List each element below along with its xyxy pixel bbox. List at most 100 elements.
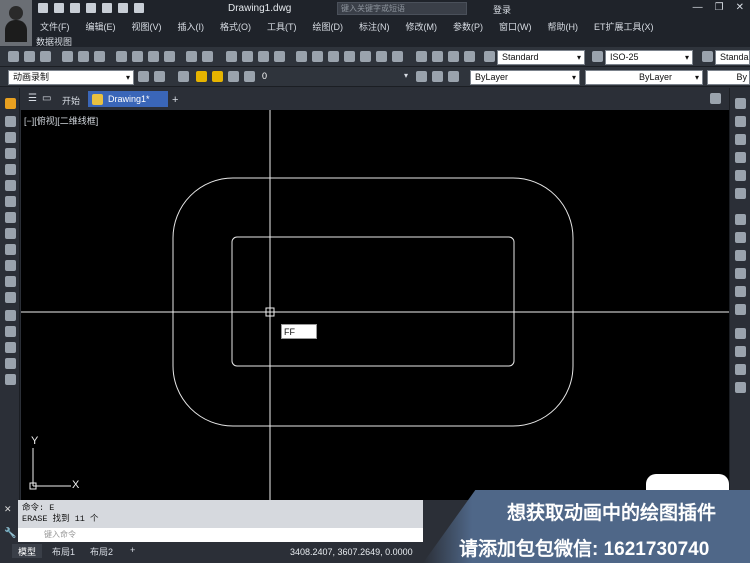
layer-state-icon[interactable] — [432, 51, 443, 62]
search-input[interactable]: 键入关键字或短语 — [337, 2, 467, 15]
menu-format[interactable]: 格式(O) — [212, 18, 259, 34]
menu-modify[interactable]: 修改(M) — [398, 18, 446, 34]
linetype-select[interactable]: ByLayer ▾ — [585, 70, 703, 85]
construction-line-icon[interactable] — [735, 116, 746, 127]
wrench-icon[interactable]: 🔧 — [4, 528, 16, 539]
help-icon[interactable] — [392, 51, 403, 62]
rotate-icon[interactable] — [5, 196, 16, 207]
scale-icon[interactable] — [5, 212, 16, 223]
arc-icon[interactable] — [735, 188, 746, 199]
spline-icon[interactable] — [5, 358, 16, 369]
chevron-down-icon[interactable]: ▾ — [404, 71, 408, 80]
move-icon[interactable] — [5, 180, 16, 191]
save-icon[interactable] — [40, 51, 51, 62]
add-tab-button[interactable]: + — [166, 91, 184, 107]
panel-toggle-icon[interactable] — [710, 93, 721, 104]
menu-insert[interactable]: 插入(I) — [170, 18, 213, 34]
magnet-icon[interactable] — [735, 364, 746, 375]
tab-layout2[interactable]: 布局2 — [84, 544, 119, 558]
workspace-icon[interactable] — [154, 71, 165, 82]
menu-edit[interactable]: 编辑(E) — [78, 18, 124, 34]
offset-icon[interactable] — [5, 148, 16, 159]
publish-icon[interactable] — [94, 51, 105, 62]
cut-icon[interactable] — [116, 51, 127, 62]
quickcalc-icon[interactable] — [376, 51, 387, 62]
layer-icon[interactable] — [416, 51, 427, 62]
polygon-icon[interactable] — [735, 152, 746, 163]
menu-draw[interactable]: 绘图(D) — [305, 18, 352, 34]
ellipse-arc-icon[interactable] — [735, 268, 746, 279]
close-icon[interactable]: ✕ — [4, 504, 12, 515]
blend-icon[interactable] — [5, 342, 16, 353]
sun-icon[interactable] — [212, 71, 223, 82]
zoom-realtime-icon[interactable] — [242, 51, 253, 62]
properties-icon[interactable] — [296, 51, 307, 62]
menu-view[interactable]: 视图(V) — [124, 18, 170, 34]
preview-icon[interactable] — [78, 51, 89, 62]
lock-icon[interactable] — [228, 71, 239, 82]
layer-select[interactable]: 0 — [262, 71, 412, 81]
line-icon[interactable] — [735, 98, 746, 109]
undo-icon[interactable] — [118, 3, 128, 13]
new-file-icon[interactable] — [38, 3, 48, 13]
workspace-select[interactable]: 动画录制 ▾ — [8, 70, 134, 85]
zoom-previous-icon[interactable] — [274, 51, 285, 62]
dim-style-select[interactable]: ISO-25 ▾ — [605, 50, 693, 65]
menu-parametric[interactable]: 参数(P) — [445, 18, 491, 34]
layer-properties-icon[interactable] — [178, 71, 189, 82]
open-icon[interactable] — [24, 51, 35, 62]
layer-previous-icon[interactable] — [448, 71, 459, 82]
layer-walk-icon[interactable] — [464, 51, 475, 62]
make-block-icon[interactable] — [735, 304, 746, 315]
text-style-select[interactable]: Standard ▾ — [497, 50, 585, 65]
menu-window[interactable]: 窗口(W) — [491, 18, 540, 34]
new-icon[interactable] — [8, 51, 19, 62]
layer-match-icon[interactable] — [432, 71, 443, 82]
circle-icon[interactable] — [735, 214, 746, 225]
make-current-icon[interactable] — [416, 71, 427, 82]
insert-block-icon[interactable] — [735, 286, 746, 297]
tab-layout1[interactable]: 布局1 — [46, 544, 81, 558]
chamfer-icon[interactable] — [5, 310, 16, 321]
point-icon[interactable] — [735, 328, 746, 339]
print-icon[interactable] — [102, 3, 112, 13]
undo-icon[interactable] — [186, 51, 197, 62]
pencil-icon[interactable] — [5, 98, 16, 109]
lineweight-select[interactable]: By — [707, 70, 750, 85]
drawing-canvas[interactable]: [−][俯视][二维线框] Y X FF — [21, 110, 729, 500]
array-icon[interactable] — [5, 164, 16, 175]
ellipse-icon[interactable] — [735, 250, 746, 261]
zoom-window-icon[interactable] — [258, 51, 269, 62]
color-select[interactable]: ByLayer ▾ — [470, 70, 580, 85]
minimize-icon[interactable]: — — [693, 2, 703, 13]
tab-start[interactable]: 开始 — [56, 91, 86, 107]
extend-icon[interactable] — [5, 260, 16, 271]
markup-icon[interactable] — [360, 51, 371, 62]
menu-icon[interactable]: ☰ — [28, 93, 37, 104]
open-file-icon[interactable] — [54, 3, 64, 13]
menu-tools[interactable]: 工具(T) — [259, 18, 305, 34]
region-icon[interactable] — [735, 382, 746, 393]
mirror-icon[interactable] — [5, 132, 16, 143]
lightbulb-icon[interactable] — [196, 71, 207, 82]
table-style-select[interactable]: Standa — [715, 50, 750, 65]
hatch-icon[interactable] — [735, 346, 746, 357]
command-input[interactable]: 键入命令 — [18, 528, 423, 542]
login-button[interactable]: 登录 — [493, 3, 511, 16]
menu-help[interactable]: 帮助(H) — [540, 18, 587, 34]
revcloud-icon[interactable] — [735, 232, 746, 243]
fillet-icon[interactable] — [5, 326, 16, 337]
save-as-icon[interactable] — [86, 3, 96, 13]
save-icon[interactable] — [70, 3, 80, 13]
join-icon[interactable] — [5, 292, 16, 303]
stretch-icon[interactable] — [5, 228, 16, 239]
tab-model[interactable]: 模型 — [12, 544, 43, 558]
break-icon[interactable] — [5, 276, 16, 287]
add-layout-button[interactable]: + — [124, 544, 141, 558]
close-icon[interactable]: ✕ — [736, 2, 744, 13]
rectangle-icon[interactable] — [735, 170, 746, 181]
home-icon[interactable]: ▭ — [42, 93, 51, 104]
plot-icon[interactable] — [62, 51, 73, 62]
menu-file[interactable]: 文件(F) — [32, 18, 78, 34]
dynamic-input-field[interactable]: FF — [281, 324, 317, 339]
